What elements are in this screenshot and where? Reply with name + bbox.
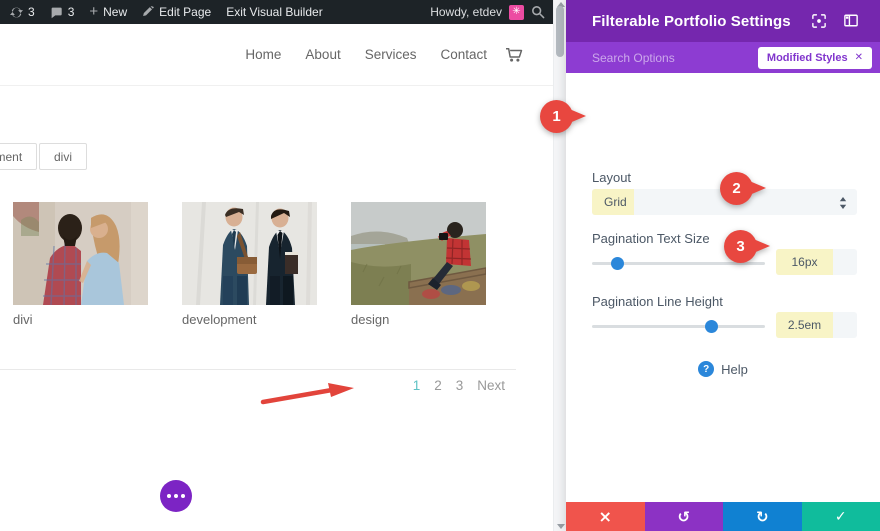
pagination-text-size-field[interactable] bbox=[776, 249, 857, 275]
modified-value-highlight bbox=[776, 312, 833, 338]
exit-visual-builder-menu[interactable]: Exit Visual Builder bbox=[226, 5, 323, 19]
updates-icon bbox=[10, 6, 23, 19]
next-page-link[interactable]: Next bbox=[477, 378, 505, 393]
portfolio-thumb-photographer[interactable] bbox=[351, 202, 486, 305]
focus-mode-icon[interactable] bbox=[812, 14, 826, 28]
filter-button-development[interactable]: pment bbox=[0, 143, 37, 170]
undo-button[interactable]: ↺ bbox=[644, 502, 723, 531]
preview-scrollbar[interactable] bbox=[553, 0, 566, 531]
page-settings-dots-button[interactable] bbox=[160, 480, 192, 512]
pagination: 1 2 3 Next bbox=[413, 378, 505, 393]
pencil-icon bbox=[142, 6, 154, 18]
modified-styles-label: Modified Styles bbox=[766, 51, 848, 64]
comments-count: 3 bbox=[67, 5, 75, 19]
help-link[interactable]: ? Help bbox=[566, 361, 880, 377]
cart-icon[interactable] bbox=[505, 47, 523, 63]
pagination-text-size-label: Pagination Text Size bbox=[592, 231, 710, 246]
callout-number: 2 bbox=[732, 180, 741, 197]
portfolio-item: divi bbox=[13, 202, 148, 327]
portfolio-item: development bbox=[182, 202, 317, 327]
wp-admin-bar: 3 3 + New Edit Page Exit Visual Builder bbox=[0, 0, 553, 24]
portfolio-thumb-suits[interactable] bbox=[182, 202, 317, 305]
comments-menu[interactable]: 3 bbox=[50, 5, 75, 19]
pagination-text-size-input[interactable] bbox=[779, 255, 830, 269]
filter-button-divi[interactable]: divi bbox=[39, 143, 88, 170]
callout-number: 3 bbox=[736, 238, 745, 255]
content-divider bbox=[0, 369, 516, 370]
portfolio-grid: divi development design bbox=[13, 202, 486, 327]
callout-number: 1 bbox=[552, 108, 561, 125]
panel-title: Filterable Portfolio Settings bbox=[592, 12, 791, 30]
nav-link-about[interactable]: About bbox=[305, 47, 340, 62]
panel-layout-icon[interactable] bbox=[844, 14, 858, 28]
pagination-line-height-field[interactable] bbox=[776, 312, 857, 338]
portfolio-label[interactable]: divi bbox=[13, 312, 148, 327]
page-1-link[interactable]: 1 bbox=[413, 378, 421, 393]
plus-icon: + bbox=[89, 3, 99, 20]
slider-thumb[interactable] bbox=[705, 320, 718, 333]
howdy-account-menu[interactable]: Howdy, etdev bbox=[430, 5, 502, 19]
filterable-portfolio-settings-panel: Filterable Portfolio Settings Search Opt… bbox=[566, 0, 880, 531]
panel-search-bar: Modified Styles ✕ bbox=[566, 42, 880, 73]
updates-menu[interactable]: 3 bbox=[10, 5, 35, 19]
portfolio-label[interactable]: design bbox=[351, 312, 486, 327]
cancel-button[interactable]: × bbox=[566, 502, 645, 531]
close-icon[interactable]: ✕ bbox=[855, 52, 863, 63]
scroll-down-arrow[interactable] bbox=[557, 524, 565, 529]
site-preview: 3 3 + New Edit Page Exit Visual Builder bbox=[0, 0, 553, 531]
avatar[interactable]: ✳ bbox=[509, 4, 524, 20]
slider-thumb[interactable] bbox=[611, 257, 624, 270]
page-2-link[interactable]: 2 bbox=[434, 378, 442, 393]
edit-page-label: Edit Page bbox=[159, 5, 212, 19]
panel-header: Filterable Portfolio Settings bbox=[566, 0, 880, 42]
modified-styles-filter[interactable]: Modified Styles ✕ bbox=[757, 46, 872, 69]
portfolio-item: design bbox=[351, 202, 486, 327]
modified-value-highlight: Grid bbox=[592, 189, 634, 215]
updates-count: 3 bbox=[28, 5, 35, 19]
new-label: New bbox=[103, 5, 128, 19]
nav-link-home[interactable]: Home bbox=[245, 47, 281, 62]
pagination-line-height-input[interactable] bbox=[779, 318, 830, 332]
nav-link-services[interactable]: Services bbox=[365, 47, 417, 62]
callout-badge-1: 1 bbox=[540, 100, 586, 133]
annotation-arrow bbox=[260, 381, 356, 412]
select-updown-icon bbox=[839, 196, 847, 214]
callout-badge-2: 2 bbox=[720, 172, 766, 205]
help-label: Help bbox=[721, 361, 748, 377]
layout-field-label: Layout bbox=[592, 170, 632, 185]
redo-icon: ↻ bbox=[755, 507, 769, 526]
search-options-input[interactable] bbox=[592, 50, 758, 65]
question-mark-icon: ? bbox=[698, 361, 715, 377]
pagination-line-height-label: Pagination Line Height bbox=[592, 294, 723, 309]
site-header: Home About Services Contact bbox=[0, 24, 553, 86]
panel-body: Layout Grid Pagination Text Size Paginat… bbox=[566, 73, 880, 502]
pagination-line-height-slider[interactable] bbox=[592, 320, 765, 333]
nav-link-contact[interactable]: Contact bbox=[440, 47, 487, 62]
check-icon: ✓ bbox=[834, 508, 847, 525]
layout-select-value: Grid bbox=[604, 195, 627, 209]
x-icon: × bbox=[598, 507, 612, 526]
callout-badge-3: 3 bbox=[724, 230, 770, 263]
save-button[interactable]: ✓ bbox=[801, 502, 880, 531]
exit-builder-label: Exit Visual Builder bbox=[226, 5, 323, 19]
new-menu[interactable]: + New bbox=[89, 3, 128, 20]
search-icon[interactable] bbox=[531, 5, 545, 19]
scrollbar-thumb[interactable] bbox=[556, 6, 564, 57]
portfolio-thumb-couple[interactable] bbox=[13, 202, 148, 305]
comment-bubble-icon bbox=[50, 6, 63, 19]
visual-builder-screen: 3 3 + New Edit Page Exit Visual Builder bbox=[0, 0, 880, 531]
redo-button[interactable]: ↻ bbox=[723, 502, 802, 531]
page-3-link[interactable]: 3 bbox=[456, 378, 464, 393]
portfolio-label[interactable]: development bbox=[182, 312, 317, 327]
edit-page-menu[interactable]: Edit Page bbox=[142, 5, 211, 19]
panel-footer: × ↺ ↻ ✓ bbox=[566, 502, 880, 531]
undo-icon: ↺ bbox=[677, 507, 691, 526]
modified-value-highlight bbox=[776, 249, 833, 275]
